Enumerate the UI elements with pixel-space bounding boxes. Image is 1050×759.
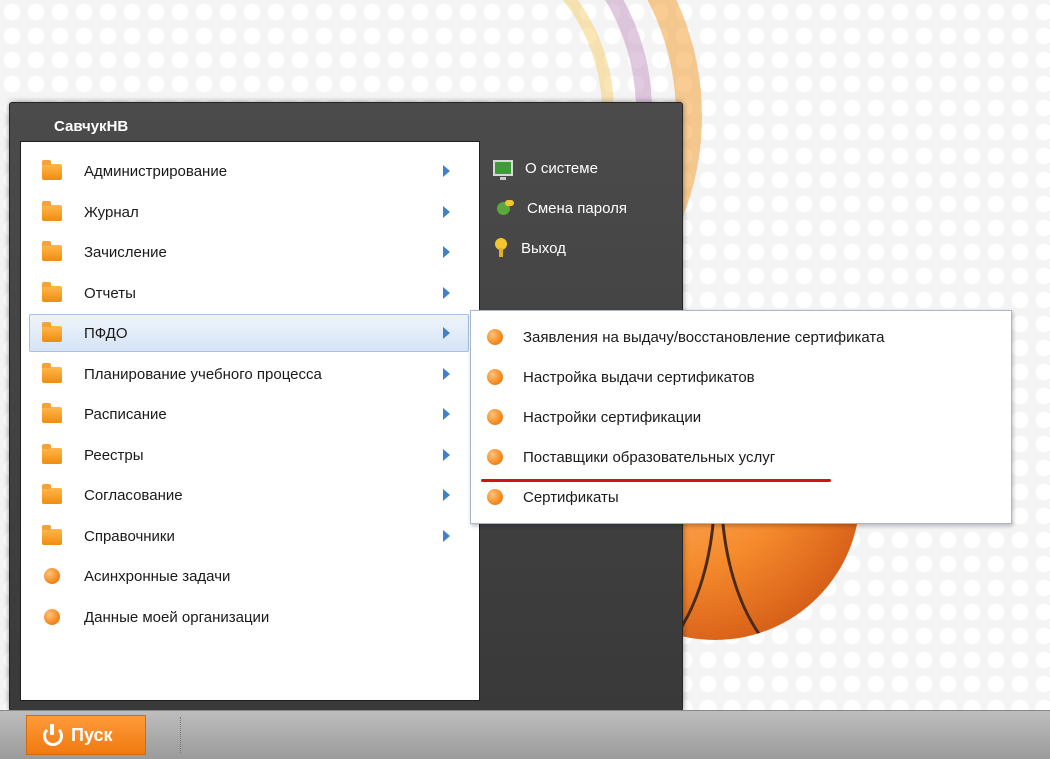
change-password-icon bbox=[493, 198, 515, 218]
menu-item-label: Асинхронные задачи bbox=[84, 567, 231, 585]
menu-item-planning[interactable]: Планирование учебного процесса bbox=[29, 355, 469, 393]
folder-icon bbox=[42, 282, 62, 302]
power-icon bbox=[41, 724, 63, 746]
menu-item-label: Отчеты bbox=[84, 284, 136, 302]
menu-item-approval[interactable]: Согласование bbox=[29, 476, 469, 514]
submenu-arrow-icon bbox=[443, 287, 450, 299]
menu-item-label: Зачисление bbox=[84, 243, 167, 261]
menu-about-system[interactable]: О системе bbox=[493, 154, 598, 182]
menu-item-administration[interactable]: Администрирование bbox=[29, 152, 469, 190]
orange-bullet-icon bbox=[487, 449, 503, 465]
submenu-item-certification-settings[interactable]: Настройки сертификации bbox=[471, 397, 1011, 437]
menu-item-schedule[interactable]: Расписание bbox=[29, 395, 469, 433]
submenu-item-label: Настройки сертификации bbox=[523, 408, 702, 426]
menu-item-label: Справочники bbox=[84, 527, 175, 545]
submenu-arrow-icon bbox=[443, 408, 450, 420]
submenu-arrow-icon bbox=[443, 206, 450, 218]
menu-change-password[interactable]: Смена пароля bbox=[493, 194, 627, 222]
menu-item-my-organization[interactable]: Данные моей организации bbox=[29, 598, 469, 636]
menu-item-label: Согласование bbox=[84, 486, 183, 504]
submenu-item-certificate-applications[interactable]: Заявления на выдачу/восстановление серти… bbox=[471, 317, 1011, 357]
taskbar: Пуск bbox=[0, 710, 1050, 759]
orange-bullet-icon bbox=[487, 329, 503, 345]
start-menu-left-pane: Администрирование Журнал Зачисление Отче… bbox=[20, 141, 480, 701]
menu-item-label: Данные моей организации bbox=[84, 608, 270, 626]
menu-item-directories[interactable]: Справочники bbox=[29, 517, 469, 555]
pfdo-submenu: Заявления на выдачу/восстановление серти… bbox=[470, 310, 1012, 524]
menu-item-reports[interactable]: Отчеты bbox=[29, 274, 469, 312]
folder-icon bbox=[42, 160, 62, 180]
menu-item-label: Реестры bbox=[84, 446, 144, 464]
menu-item-label: Администрирование bbox=[84, 162, 228, 180]
submenu-arrow-icon bbox=[443, 368, 450, 380]
menu-item-label: Расписание bbox=[84, 405, 167, 423]
exit-key-icon bbox=[493, 238, 509, 258]
taskbar-separator bbox=[180, 717, 182, 753]
menu-item-enrollment[interactable]: Зачисление bbox=[29, 233, 469, 271]
start-button-label: Пуск bbox=[71, 724, 113, 745]
submenu-arrow-icon bbox=[443, 165, 450, 177]
submenu-item-service-providers[interactable]: Поставщики образовательных услуг bbox=[471, 437, 1011, 477]
menu-item-journal[interactable]: Журнал bbox=[29, 193, 469, 231]
orange-bullet-icon bbox=[487, 369, 503, 385]
monitor-icon bbox=[493, 160, 513, 180]
folder-icon bbox=[42, 201, 62, 221]
menu-logout-label: Выход bbox=[521, 239, 566, 257]
submenu-arrow-icon bbox=[443, 489, 450, 501]
submenu-arrow-icon bbox=[443, 327, 450, 339]
submenu-item-label: Заявления на выдачу/восстановление серти… bbox=[523, 328, 885, 346]
user-name: СавчукНВ bbox=[54, 118, 129, 135]
submenu-item-label: Настройка выдачи сертификатов bbox=[523, 368, 755, 386]
menu-item-label: ПФДО bbox=[84, 324, 128, 342]
folder-icon bbox=[42, 525, 62, 545]
menu-about-system-label: О системе bbox=[525, 159, 598, 177]
orange-bullet-icon bbox=[44, 609, 60, 625]
folder-icon bbox=[42, 444, 62, 464]
orange-bullet-icon bbox=[44, 568, 60, 584]
folder-icon bbox=[42, 322, 62, 342]
menu-item-label: Журнал bbox=[84, 203, 139, 221]
orange-bullet-icon bbox=[487, 409, 503, 425]
menu-item-label: Планирование учебного процесса bbox=[84, 365, 322, 383]
submenu-item-certificates[interactable]: Сертификаты bbox=[471, 477, 1011, 517]
submenu-arrow-icon bbox=[443, 246, 450, 258]
folder-icon bbox=[42, 363, 62, 383]
menu-item-pfdo[interactable]: ПФДО bbox=[29, 314, 469, 352]
submenu-item-issue-settings[interactable]: Настройка выдачи сертификатов bbox=[471, 357, 1011, 397]
submenu-item-label: Поставщики образовательных услуг bbox=[523, 448, 776, 466]
submenu-item-label: Сертификаты bbox=[523, 488, 619, 506]
start-button[interactable]: Пуск bbox=[26, 715, 146, 755]
menu-logout[interactable]: Выход bbox=[493, 234, 566, 262]
submenu-arrow-icon bbox=[443, 449, 450, 461]
folder-icon bbox=[42, 241, 62, 261]
submenu-arrow-icon bbox=[443, 530, 450, 542]
menu-item-async-tasks[interactable]: Асинхронные задачи bbox=[29, 557, 469, 595]
orange-bullet-icon bbox=[487, 489, 503, 505]
folder-icon bbox=[42, 484, 62, 504]
folder-icon bbox=[42, 403, 62, 423]
menu-change-password-label: Смена пароля bbox=[527, 199, 627, 217]
menu-item-registries[interactable]: Реестры bbox=[29, 436, 469, 474]
